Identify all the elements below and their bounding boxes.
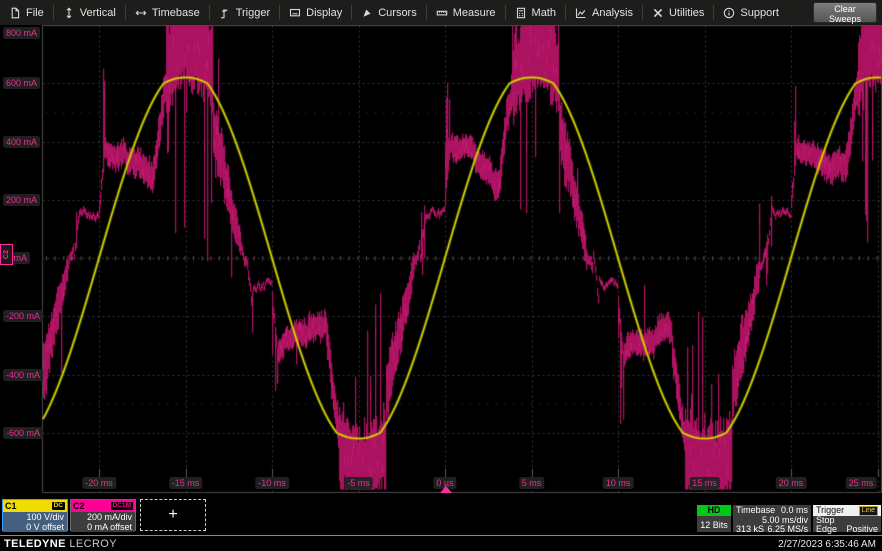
menu-math[interactable]: Math — [506, 0, 565, 25]
menu-utilities[interactable]: Utilities — [643, 0, 713, 25]
trigger-source-badge: Line — [859, 506, 878, 516]
y-axis-label: -200 mA — [3, 310, 43, 322]
x-axis-label: -5 ms — [344, 477, 373, 489]
clear-sweeps-label-1: Clear — [814, 4, 876, 14]
cursor-pen-icon — [361, 7, 373, 19]
y-axis-label: 200 mA — [3, 194, 40, 206]
footer-divider — [0, 535, 882, 536]
menu-support[interactable]: Support — [714, 0, 788, 25]
menu-utilities-label: Utilities — [669, 7, 704, 19]
channel-c2-zero-marker-label: C2 — [3, 250, 10, 259]
y-axis-label: 800 mA — [3, 27, 40, 39]
menu-measure[interactable]: Measure — [427, 0, 505, 25]
waveform-display: 800 mA600 mA400 mA200 mA0 mA-200 mA-400 … — [0, 25, 882, 494]
menu-math-label: Math — [532, 7, 556, 19]
file-icon — [9, 7, 21, 19]
info-icon — [723, 7, 735, 19]
menu-display[interactable]: Display — [280, 0, 351, 25]
brand-logo: TELEDYNE LECROY — [4, 538, 117, 550]
clear-sweeps-button[interactable]: Clear Sweeps — [813, 2, 877, 23]
menu-file-label: File — [26, 7, 44, 19]
channel-c2-body: 200 mA/div 0 mA offset — [71, 512, 135, 532]
brand-lecroy: LECROY — [69, 538, 117, 550]
add-channel-label: + — [168, 506, 177, 524]
menu-trigger[interactable]: Trigger — [210, 0, 279, 25]
x-axis-label: 10 ms — [603, 477, 634, 489]
ruler-icon — [436, 7, 448, 19]
menu-vertical[interactable]: Vertical — [54, 0, 125, 25]
y-axis-label: -400 mA — [3, 369, 43, 381]
monitor-icon — [289, 7, 301, 19]
trigger-slope: Positive — [846, 525, 878, 534]
timebase-box[interactable]: Timebase 0.0 ms 5.00 ms/div 313 kS 6.25 … — [733, 505, 811, 532]
channel-c1-scale: 100 V/div — [6, 512, 64, 522]
calculator-icon — [515, 7, 527, 19]
graticule-canvas[interactable] — [0, 25, 882, 494]
timebase-samples: 313 kS — [736, 525, 764, 534]
edge-trigger-icon — [219, 7, 231, 19]
channel-c2-scale: 200 mA/div — [74, 512, 132, 522]
menu-timebase-label: Timebase — [152, 7, 200, 19]
wrench-icon — [652, 7, 664, 19]
oscilloscope-app: File Vertical Timebase Trigger Display C… — [0, 0, 882, 551]
menu-vertical-label: Vertical — [80, 7, 116, 19]
channel-c2-offset: 0 mA offset — [74, 522, 132, 532]
trigger-box[interactable]: Trigger Line Stop Edge Positive — [813, 505, 881, 532]
channel-descriptor-c1[interactable]: C1 DC 100 V/div 0 V offset — [2, 499, 68, 531]
clear-sweeps-label-2: Sweeps — [814, 14, 876, 24]
channel-c1-header: C1 DC — [3, 500, 67, 512]
menu-analysis[interactable]: Analysis — [566, 0, 642, 25]
x-axis-label: 5 ms — [519, 477, 545, 489]
channel-c1-id: C1 — [5, 500, 17, 512]
datetime-label: 2/27/2023 6:35:46 AM — [778, 539, 876, 550]
channel-c2-zero-marker[interactable]: C2 — [0, 244, 13, 265]
brand-teledyne: TELEDYNE — [4, 538, 66, 550]
y-axis-label: 600 mA — [3, 77, 40, 89]
chart-icon — [575, 7, 587, 19]
channel-c1-coupling-badge: DC — [52, 502, 65, 510]
menu-bar: File Vertical Timebase Trigger Display C… — [0, 0, 882, 26]
horizontal-arrows-icon — [135, 7, 147, 19]
menu-measure-label: Measure — [453, 7, 496, 19]
y-axis-label: -600 mA — [3, 427, 43, 439]
status-panel: C1 DC 100 V/div 0 V offset C2 DC1M 200 m… — [0, 494, 882, 551]
y-axis-label: 400 mA — [3, 136, 40, 148]
menu-display-label: Display — [306, 7, 342, 19]
vertical-arrows-icon — [63, 7, 75, 19]
channel-c2-header: C2 DC1M — [71, 500, 135, 512]
menu-analysis-label: Analysis — [592, 7, 633, 19]
menu-cursors[interactable]: Cursors — [352, 0, 426, 25]
channel-c2-id: C2 — [73, 500, 85, 512]
trigger-position-marker[interactable] — [440, 486, 452, 493]
acquisition-mode-box[interactable]: HD 12 Bits — [697, 505, 731, 532]
trigger-type: Edge — [816, 525, 837, 534]
hd-bits-label: 12 Bits — [697, 516, 731, 530]
timebase-sample-rate: 6.25 MS/s — [767, 525, 808, 534]
menu-timebase[interactable]: Timebase — [126, 0, 209, 25]
menu-support-label: Support — [740, 7, 779, 19]
x-axis-label: 25 ms — [846, 477, 877, 489]
menu-cursors-label: Cursors — [378, 7, 417, 19]
channel-descriptor-c2[interactable]: C2 DC1M 200 mA/div 0 mA offset — [70, 499, 136, 531]
x-axis-label: -15 ms — [169, 477, 203, 489]
menu-trigger-label: Trigger — [236, 7, 270, 19]
x-axis-label: 15 ms — [689, 477, 720, 489]
channel-c1-offset: 0 V offset — [6, 522, 64, 532]
channel-c1-body: 100 V/div 0 V offset — [3, 512, 67, 532]
hd-mode-badge: HD — [697, 505, 731, 516]
x-axis-label: -20 ms — [82, 477, 116, 489]
x-axis-label: -10 ms — [255, 477, 289, 489]
x-axis-label: 20 ms — [776, 477, 807, 489]
channel-c2-coupling-badge: DC1M — [111, 502, 133, 510]
menu-file[interactable]: File — [0, 0, 53, 25]
add-channel-button[interactable]: + — [140, 499, 206, 531]
